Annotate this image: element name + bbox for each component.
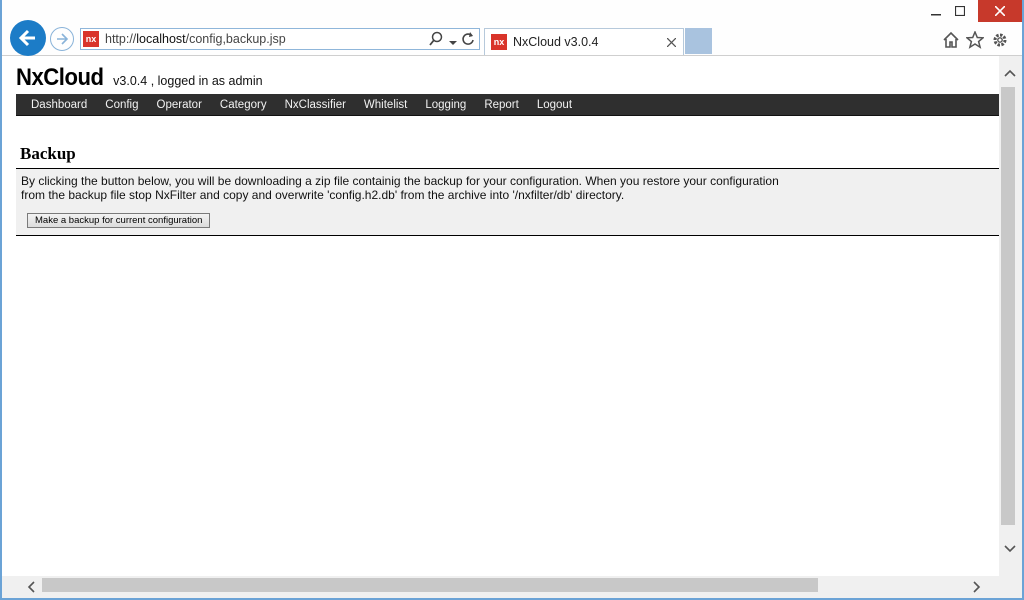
- tab-title: NxCloud v3.0.4: [513, 35, 599, 49]
- refresh-icon[interactable]: [461, 31, 475, 52]
- gear-icon[interactable]: [990, 30, 1010, 50]
- nav-report[interactable]: Report: [484, 99, 519, 111]
- home-icon[interactable]: [941, 30, 961, 50]
- close-icon[interactable]: [666, 36, 677, 50]
- dropdown-icon[interactable]: [449, 34, 457, 52]
- main-nav: Dashboard Config Operator Category NxCla…: [16, 94, 999, 116]
- nav-category[interactable]: Category: [220, 99, 267, 111]
- browser-chrome: nx http://localhost/config,backup.jsp nx…: [0, 0, 1024, 56]
- favicon-icon: nx: [83, 31, 99, 47]
- nav-nxclassifier[interactable]: NxClassifier: [285, 99, 346, 111]
- browser-tab[interactable]: nx NxCloud v3.0.4: [484, 28, 684, 55]
- horizontal-scrollbar[interactable]: [2, 576, 999, 598]
- horizontal-scroll-thumb[interactable]: [42, 578, 818, 592]
- forward-arrow-icon[interactable]: [50, 27, 74, 51]
- star-icon[interactable]: [965, 30, 985, 50]
- address-host: localhost: [136, 32, 186, 46]
- version-login-status: v3.0.4 , logged in as admin: [113, 74, 263, 88]
- scroll-left-icon[interactable]: [24, 580, 38, 594]
- window-frame: [0, 0, 2, 600]
- scroll-up-icon[interactable]: [1003, 66, 1017, 80]
- address-bar[interactable]: nx http://localhost/config,backup.jsp: [80, 28, 480, 50]
- brand-row: NxCloud v3.0.4 , logged in as admin: [16, 64, 263, 92]
- address-path: /config,backup.jsp: [185, 32, 286, 46]
- vertical-scroll-thumb[interactable]: [1001, 87, 1015, 525]
- window-close-icon[interactable]: [978, 0, 1022, 22]
- nav-config[interactable]: Config: [105, 99, 138, 111]
- page-title: Backup: [20, 144, 76, 163]
- back-arrow-icon[interactable]: [10, 20, 46, 56]
- new-tab-button[interactable]: [685, 28, 712, 54]
- nav-whitelist[interactable]: Whitelist: [364, 99, 407, 111]
- page-viewport: NxCloud v3.0.4 , logged in as admin Dash…: [2, 56, 999, 576]
- divider: [16, 235, 999, 236]
- scroll-corner: [999, 576, 1022, 598]
- nav-logging[interactable]: Logging: [425, 99, 466, 111]
- nav-operator[interactable]: Operator: [157, 99, 202, 111]
- search-icon[interactable]: [429, 31, 443, 52]
- scroll-right-icon[interactable]: [970, 580, 984, 594]
- maximize-icon[interactable]: [946, 2, 974, 20]
- nav-dashboard[interactable]: Dashboard: [31, 99, 87, 111]
- tab-favicon-icon: nx: [491, 34, 507, 50]
- backup-panel: By clicking the button below, you will b…: [16, 169, 999, 235]
- backup-description: By clicking the button below, you will b…: [21, 174, 779, 202]
- nav-logout[interactable]: Logout: [537, 99, 572, 111]
- brand-logo: NxCloud: [16, 64, 104, 91]
- address-text[interactable]: http://localhost/config,backup.jsp: [105, 32, 286, 46]
- make-backup-button[interactable]: Make a backup for current configuration: [27, 213, 211, 228]
- address-protocol: http://: [105, 32, 137, 46]
- vertical-scrollbar[interactable]: [999, 56, 1022, 576]
- scroll-down-icon[interactable]: [1003, 542, 1017, 556]
